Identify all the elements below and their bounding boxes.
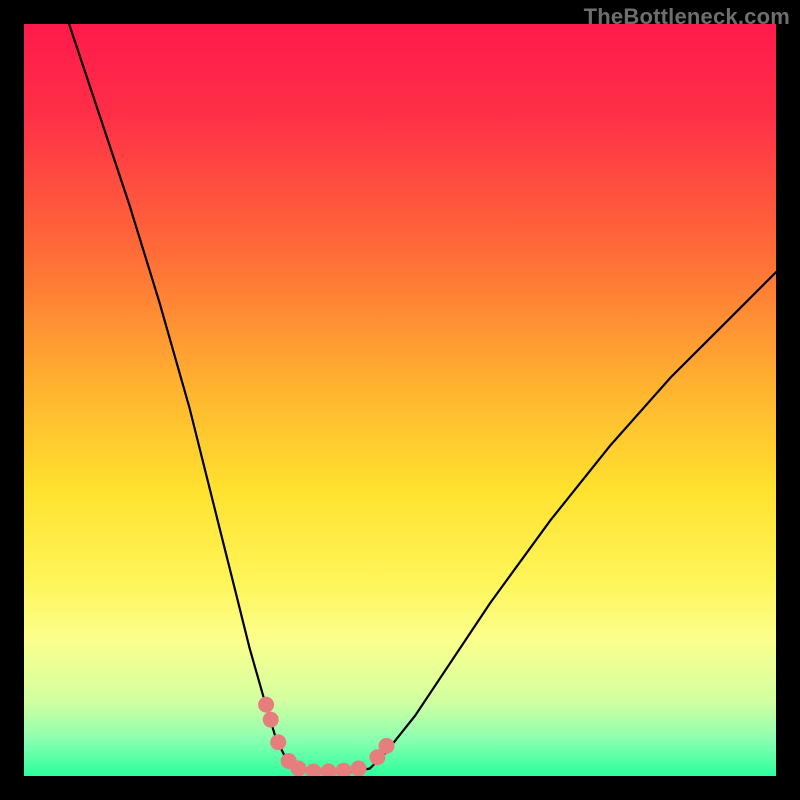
chart-svg — [24, 24, 776, 776]
chart-frame: TheBottleneck.com — [0, 0, 800, 800]
plot-area — [24, 24, 776, 776]
marker-dot — [351, 761, 367, 777]
marker-dot — [291, 761, 307, 777]
gradient-background — [24, 24, 776, 776]
marker-dot — [263, 712, 279, 728]
marker-dot — [270, 734, 286, 750]
marker-dot — [379, 738, 395, 754]
marker-dot — [258, 697, 274, 713]
